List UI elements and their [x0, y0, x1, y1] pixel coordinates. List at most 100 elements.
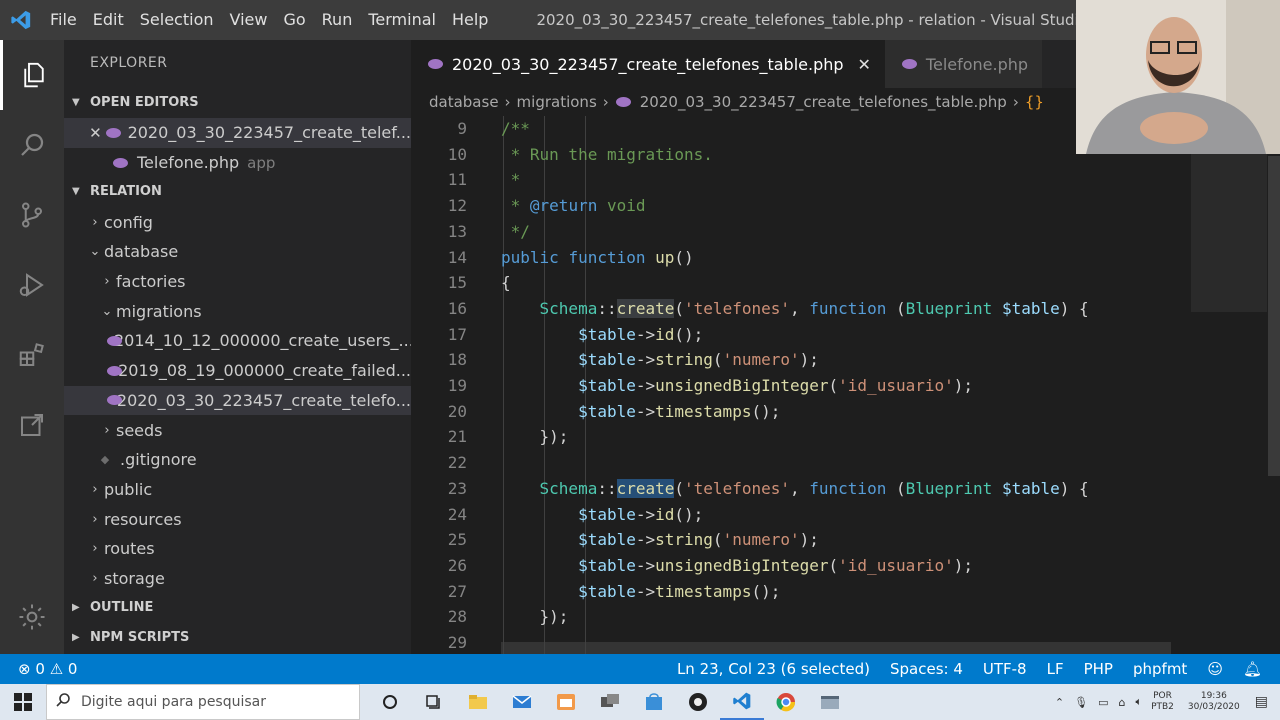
file-explorer-icon[interactable]: [456, 684, 500, 720]
indentation-status[interactable]: Spaces: 4: [880, 660, 973, 678]
code-line[interactable]: 23 Schema::create('telefones', function …: [411, 476, 1191, 502]
menu-run[interactable]: Run: [314, 0, 361, 40]
remote-explorer-icon[interactable]: [0, 390, 64, 460]
code-line[interactable]: 18 $table->string('numero');: [411, 347, 1191, 373]
tree-folder-seeds[interactable]: › seeds: [64, 415, 411, 445]
notifications-icon[interactable]: 🔔︎: [1233, 660, 1280, 678]
menu-go[interactable]: Go: [275, 0, 313, 40]
microphone-icon[interactable]: 🎙︎: [1069, 696, 1093, 709]
code-line[interactable]: 13 */: [411, 219, 1191, 245]
code-line[interactable]: 14 public function up(): [411, 245, 1191, 271]
taskbar-search-box[interactable]: Digite aqui para pesquisar: [46, 684, 360, 720]
code-line[interactable]: 9 /**: [411, 116, 1191, 142]
code-line[interactable]: 12 * @return void: [411, 193, 1191, 219]
tree-folder-migrations[interactable]: ⌄ migrations: [64, 296, 411, 326]
code-editor[interactable]: 9/** 10 * Run the migrations. 11 * 12 * @re…: [411, 116, 1191, 654]
mail-icon[interactable]: [500, 684, 544, 720]
explorer-title: EXPLORER: [90, 55, 168, 71]
tree-file-gitignore[interactable]: ◆ .gitignore: [64, 445, 411, 475]
code-line[interactable]: 16 Schema::create('telefones', function …: [411, 296, 1191, 322]
tree-folder-public[interactable]: › public: [64, 475, 411, 505]
open-editors-header[interactable]: ▼ OPEN EDITORS: [64, 88, 411, 118]
clock[interactable]: 19:36 30/03/2020: [1178, 691, 1250, 713]
vscode-taskbar-icon[interactable]: [720, 684, 764, 720]
minimap-slider[interactable]: [1191, 152, 1267, 312]
code-line[interactable]: 20 $table->timestamps();: [411, 399, 1191, 425]
volume-icon[interactable]: 🔈︎: [1130, 695, 1147, 709]
horizontal-scrollbar[interactable]: [501, 642, 1171, 654]
code-line[interactable]: 21 });: [411, 424, 1191, 450]
task-view-icon[interactable]: [412, 684, 456, 720]
language-indicator[interactable]: POR PTB2: [1147, 691, 1178, 713]
close-icon[interactable]: ✕: [858, 55, 871, 74]
outline-header[interactable]: ▶ OUTLINE: [64, 593, 411, 623]
breadcrumb-item[interactable]: database: [429, 93, 499, 111]
source-control-icon[interactable]: [0, 180, 64, 250]
code-line[interactable]: 27 $table->timestamps();: [411, 579, 1191, 605]
vertical-scrollbar[interactable]: [1268, 156, 1280, 476]
open-editor-item[interactable]: Telefone.php app: [64, 148, 411, 178]
action-center-icon[interactable]: ▤: [1250, 694, 1280, 710]
php-file-icon: [105, 127, 121, 139]
obs-icon[interactable]: [676, 684, 720, 720]
breadcrumb-item[interactable]: 2020_03_30_223457_create_telefones_table…: [640, 93, 1007, 111]
tree-folder-database[interactable]: ⌄ database: [64, 237, 411, 267]
line-content: $table->timestamps();: [578, 401, 781, 421]
encoding-status[interactable]: UTF-8: [973, 660, 1037, 678]
run-debug-icon[interactable]: [0, 250, 64, 320]
code-line[interactable]: 25 $table->string('numero');: [411, 527, 1191, 553]
npm-scripts-header[interactable]: ▶ NPM SCRIPTS: [64, 623, 411, 653]
tree-file-migration[interactable]: 2019_08_19_000000_create_failed...: [64, 356, 411, 386]
tab-telefone[interactable]: Telefone.php: [884, 40, 1043, 88]
eol-status[interactable]: LF: [1037, 660, 1074, 678]
feedback-icon[interactable]: ☺: [1197, 660, 1233, 678]
network-icon[interactable]: ⌂: [1113, 696, 1130, 709]
minimap[interactable]: [1191, 116, 1280, 654]
code-line[interactable]: 19 $table->unsignedBigInteger('id_usuari…: [411, 373, 1191, 399]
remote-app-icon[interactable]: [588, 684, 632, 720]
problems-indicator[interactable]: ⊗ 0 ⚠ 0: [0, 660, 87, 678]
code-line[interactable]: 17 $table->id();: [411, 322, 1191, 348]
code-line[interactable]: 11 *: [411, 167, 1191, 193]
calendar-app-icon[interactable]: [544, 684, 588, 720]
tree-folder-routes[interactable]: › routes: [64, 534, 411, 564]
menu-edit[interactable]: Edit: [85, 0, 132, 40]
code-line[interactable]: 26 $table->unsignedBigInteger('id_usuari…: [411, 553, 1191, 579]
formatter-status[interactable]: phpfmt: [1123, 660, 1197, 678]
close-icon[interactable]: ✕: [86, 124, 105, 142]
cortana-icon[interactable]: [368, 684, 412, 720]
tree-file-migration-selected[interactable]: 2020_03_30_223457_create_telefo...: [64, 385, 411, 416]
search-icon[interactable]: [0, 110, 64, 180]
settings-gear-icon[interactable]: [0, 592, 64, 642]
menu-help[interactable]: Help: [444, 0, 496, 40]
code-line[interactable]: 24 $table->id();: [411, 502, 1191, 528]
menu-view[interactable]: View: [222, 0, 276, 40]
tree-folder-storage[interactable]: › storage: [64, 564, 411, 594]
code-line[interactable]: 15 {: [411, 270, 1191, 296]
code-line[interactable]: 28 });: [411, 604, 1191, 630]
menu-selection[interactable]: Selection: [132, 0, 222, 40]
extensions-icon[interactable]: [0, 320, 64, 390]
language-status[interactable]: PHP: [1074, 660, 1123, 678]
app-window-icon[interactable]: [808, 684, 852, 720]
menu-terminal[interactable]: Terminal: [360, 0, 444, 40]
tree-folder-factories[interactable]: › factories: [64, 267, 411, 297]
menu-file[interactable]: File: [42, 0, 85, 40]
windows-start-icon[interactable]: [0, 684, 46, 720]
tree-folder-resources[interactable]: › resources: [64, 504, 411, 534]
chrome-icon[interactable]: [764, 684, 808, 720]
tree-file-migration[interactable]: 2014_10_12_000000_create_users_...: [64, 326, 411, 356]
code-line[interactable]: 10 * Run the migrations.: [411, 142, 1191, 168]
tab-create-telefones[interactable]: 2020_03_30_223457_create_telefones_table…: [411, 40, 885, 88]
chevron-right-icon: ›: [92, 541, 98, 557]
battery-icon[interactable]: ▭: [1093, 696, 1113, 709]
cursor-position[interactable]: Ln 23, Col 23 (6 selected): [667, 660, 880, 678]
open-editor-item[interactable]: ✕ 2020_03_30_223457_create_telef...: [64, 118, 411, 148]
chevron-up-icon[interactable]: ⌃: [1050, 696, 1069, 709]
explorer-icon[interactable]: [0, 40, 64, 110]
relation-header[interactable]: ▼ RELATION: [64, 177, 411, 207]
breadcrumb-item[interactable]: migrations: [517, 93, 597, 111]
code-line[interactable]: 22: [411, 450, 1191, 476]
tree-folder-config[interactable]: › config: [64, 207, 411, 237]
store-icon[interactable]: [632, 684, 676, 720]
